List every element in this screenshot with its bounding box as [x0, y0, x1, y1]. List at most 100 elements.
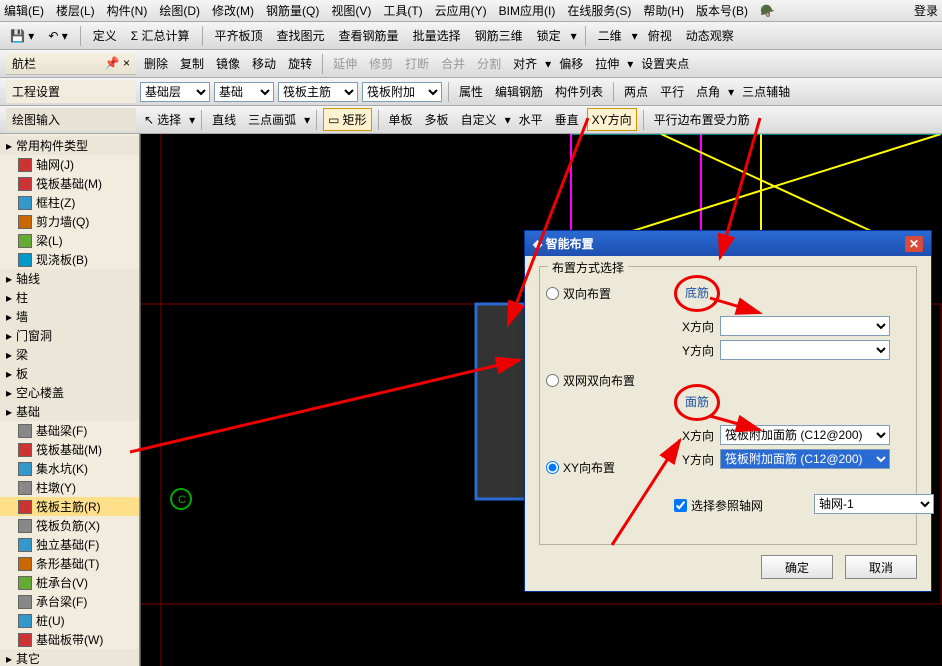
- menu-component[interactable]: 构件(N): [107, 2, 148, 19]
- bottom-y-select[interactable]: [720, 340, 890, 360]
- tree-item[interactable]: 现浇板(B): [0, 250, 139, 269]
- trim-button[interactable]: 修剪: [365, 53, 397, 74]
- list-button[interactable]: 构件列表: [551, 81, 607, 102]
- horiz-button[interactable]: 水平: [515, 109, 547, 130]
- rect-button[interactable]: ▭ 矩形: [323, 108, 371, 131]
- grip-button[interactable]: 设置夹点: [637, 53, 693, 74]
- prop-button[interactable]: 属性: [455, 81, 487, 102]
- tree-item[interactable]: 剪力墙(Q): [0, 212, 139, 231]
- tree-item[interactable]: 条形基础(T): [0, 554, 139, 573]
- tree-group[interactable]: ▸柱: [0, 288, 139, 307]
- find-button[interactable]: 查找图元: [273, 25, 329, 46]
- 3d-button[interactable]: 钢筋三维: [471, 25, 527, 46]
- three-aux-button[interactable]: 三点辅轴: [738, 81, 794, 102]
- menu-help[interactable]: 帮助(H): [643, 2, 684, 19]
- menu-edit[interactable]: 编辑(E): [4, 2, 44, 19]
- sum-button[interactable]: Σ 汇总计算: [127, 25, 194, 46]
- mirror-button[interactable]: 镜像: [212, 53, 244, 74]
- tree-group[interactable]: ▸其它: [0, 649, 139, 666]
- pin-icon[interactable]: 📌 ×: [105, 56, 130, 70]
- 2d-button[interactable]: 二维: [594, 25, 626, 46]
- copy-button[interactable]: 复制: [176, 53, 208, 74]
- tree-item[interactable]: 框柱(Z): [0, 193, 139, 212]
- dyn-button[interactable]: 动态观察: [682, 25, 738, 46]
- menu-tool[interactable]: 工具(T): [383, 2, 422, 19]
- tree-item[interactable]: 筏板基础(M): [0, 440, 139, 459]
- tree-item[interactable]: 桩承台(V): [0, 573, 139, 592]
- menu-modify[interactable]: 修改(M): [212, 2, 254, 19]
- layer-select[interactable]: 基础层: [140, 82, 210, 102]
- tree-group[interactable]: ▸梁: [0, 345, 139, 364]
- split-button[interactable]: 分割: [473, 53, 505, 74]
- menu-view[interactable]: 视图(V): [331, 2, 371, 19]
- menu-cloud[interactable]: 云应用(Y): [435, 2, 487, 19]
- sub1-select[interactable]: 筏板主筋: [278, 82, 358, 102]
- define-button[interactable]: 定义: [89, 25, 121, 46]
- custom-button[interactable]: 自定义: [457, 109, 501, 130]
- tree-group[interactable]: ▸板: [0, 364, 139, 383]
- single-button[interactable]: 单板: [385, 109, 417, 130]
- tree-item[interactable]: 筏板主筋(R): [0, 497, 139, 516]
- view-rebar-button[interactable]: 查看钢筋量: [335, 25, 403, 46]
- tree-group[interactable]: ▸门窗洞: [0, 326, 139, 345]
- dialog-titlebar[interactable]: ◈ 智能布置 ✕: [525, 231, 931, 256]
- vert-button[interactable]: 垂直: [551, 109, 583, 130]
- delete-button[interactable]: 删除: [140, 53, 172, 74]
- lock-button[interactable]: 锁定: [533, 25, 565, 46]
- tree-group[interactable]: ▸基础: [0, 402, 139, 421]
- align-button[interactable]: 对齐: [509, 53, 541, 74]
- tree-item[interactable]: 柱墩(Y): [0, 478, 139, 497]
- tree-item[interactable]: 承台梁(F): [0, 592, 139, 611]
- parallel-edge-button[interactable]: 平行边布置受力筋: [650, 109, 754, 130]
- axis-select[interactable]: 轴网-1: [814, 494, 934, 514]
- menu-floor[interactable]: 楼层(L): [56, 2, 95, 19]
- cancel-button[interactable]: 取消: [845, 555, 917, 579]
- tree-item[interactable]: 轴网(J): [0, 155, 139, 174]
- menu-version[interactable]: 版本号(B): [696, 2, 748, 19]
- menu-bim[interactable]: BIM应用(I): [499, 2, 556, 19]
- tree-group[interactable]: ▸常用构件类型: [0, 136, 139, 155]
- merge-button[interactable]: 合并: [437, 53, 469, 74]
- radio-double-net[interactable]: 双网双向布置: [546, 372, 666, 389]
- pan-button[interactable]: 俯视: [644, 25, 676, 46]
- tree-item[interactable]: 集水坑(K): [0, 459, 139, 478]
- top-x-select[interactable]: 筏板附加面筋 (C12@200): [720, 425, 890, 445]
- tree-item[interactable]: 独立基础(F): [0, 535, 139, 554]
- move-button[interactable]: 移动: [248, 53, 280, 74]
- menu-draw[interactable]: 绘图(D): [159, 2, 200, 19]
- select-button[interactable]: ↖ 选择: [140, 109, 185, 130]
- tree-group[interactable]: ▸墙: [0, 307, 139, 326]
- stretch-button[interactable]: 拉伸: [591, 53, 623, 74]
- tree-item[interactable]: 梁(L): [0, 231, 139, 250]
- rotate-button[interactable]: 旋转: [284, 53, 316, 74]
- batch-button[interactable]: 批量选择: [409, 25, 465, 46]
- parallel-button[interactable]: 平行: [656, 81, 688, 102]
- tree-group[interactable]: ▸轴线: [0, 269, 139, 288]
- nav-tab2[interactable]: 绘图输入: [6, 108, 136, 131]
- tree-item[interactable]: 桩(U): [0, 611, 139, 630]
- nav-tab1[interactable]: 工程设置: [6, 80, 136, 103]
- save-icon[interactable]: 💾 ▾: [6, 27, 38, 45]
- menu-rebar[interactable]: 钢筋量(Q): [266, 2, 319, 19]
- bottom-x-select[interactable]: [720, 316, 890, 336]
- offset-button[interactable]: 偏移: [555, 53, 587, 74]
- tree-item[interactable]: 筏板负筋(X): [0, 516, 139, 535]
- flat-button[interactable]: 平齐板顶: [211, 25, 267, 46]
- sub2-select[interactable]: 筏板附加: [362, 82, 442, 102]
- xy-button[interactable]: XY方向: [587, 108, 637, 131]
- multi-button[interactable]: 多板: [421, 109, 453, 130]
- cat-select[interactable]: 基础: [214, 82, 274, 102]
- menu-online[interactable]: 在线服务(S): [567, 2, 631, 19]
- line-button[interactable]: 直线: [208, 109, 240, 130]
- tree-group[interactable]: ▸空心楼盖: [0, 383, 139, 402]
- radio-xy[interactable]: XY向布置: [546, 459, 666, 476]
- break-button[interactable]: 打断: [401, 53, 433, 74]
- two-pt-button[interactable]: 两点: [620, 81, 652, 102]
- ok-button[interactable]: 确定: [761, 555, 833, 579]
- close-icon[interactable]: ✕: [905, 236, 923, 252]
- top-y-select[interactable]: 筏板附加面筋 (C12@200): [720, 449, 890, 469]
- tree-item[interactable]: 基础梁(F): [0, 421, 139, 440]
- tree-item[interactable]: 基础板带(W): [0, 630, 139, 649]
- radio-two-way[interactable]: 双向布置: [546, 285, 666, 302]
- extend-button[interactable]: 延伸: [329, 53, 361, 74]
